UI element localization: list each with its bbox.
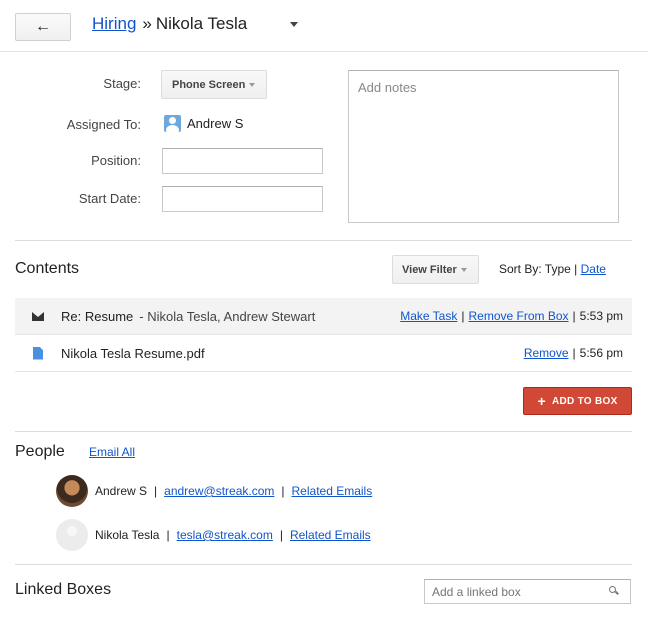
make-task-link[interactable]: Make Task (400, 309, 457, 323)
position-input[interactable] (162, 148, 323, 174)
envelope-icon (32, 311, 44, 321)
assignee-name: Andrew S (187, 116, 244, 131)
person-email-link[interactable]: tesla@streak.com (177, 528, 273, 542)
people-title: People (15, 443, 65, 460)
breadcrumb: Hiring » Nikola Tesla (92, 14, 247, 34)
linked-box-search-input[interactable] (424, 579, 631, 604)
remove-from-box-link[interactable]: Remove From Box (468, 309, 568, 323)
assigned-to-label: Assigned To: (66, 117, 141, 132)
sort-by: Sort By: Type | Date (499, 262, 606, 276)
contents-title: Contents (15, 260, 80, 277)
box-header: ← Hiring » Nikola Tesla (0, 0, 648, 52)
person-name: Nikola Tesla (95, 528, 160, 542)
person-row: Nikola Tesla | tesla@streak.com | Relate… (56, 519, 371, 551)
box-name: Nikola Tesla (155, 14, 248, 33)
person-row: Andrew S | andrew@streak.com | Related E… (56, 475, 372, 507)
chevron-down-icon (249, 82, 256, 87)
person-name: Andrew S (95, 484, 148, 498)
view-filter-button[interactable]: View Filter (392, 255, 479, 284)
content-row-email[interactable]: Re: Resume - Nikola Tesla, Andrew Stewar… (15, 298, 632, 335)
sort-by-date-link[interactable]: Date (581, 262, 606, 276)
row-time: 5:56 pm (579, 346, 623, 360)
related-emails-link[interactable]: Related Emails (292, 484, 373, 498)
assignee[interactable]: Andrew S (164, 115, 243, 132)
divider (15, 240, 632, 241)
start-date-label: Start Date: (78, 191, 141, 206)
email-subject[interactable]: Re: Resume (61, 309, 133, 324)
content-row-file[interactable]: Nikola Tesla Resume.pdf Remove | 5:56 pm (15, 335, 632, 372)
row-actions: Remove | 5:56 pm (523, 346, 623, 360)
remove-link[interactable]: Remove (524, 346, 569, 360)
back-button[interactable]: ← (15, 13, 71, 41)
stage-dropdown[interactable]: Phone Screen (161, 70, 267, 99)
sort-by-label: Sort By: Type | (499, 262, 578, 276)
back-arrow-icon: ← (35, 18, 51, 35)
view-filter-label: View Filter (402, 263, 457, 276)
box-menu-caret-icon[interactable] (290, 22, 298, 27)
stage-label: Stage: (103, 76, 141, 91)
file-icon (33, 346, 43, 360)
email-all-link[interactable]: Email All (89, 445, 135, 459)
divider (15, 431, 632, 432)
linked-boxes-title: Linked Boxes (15, 581, 112, 598)
email-participants: - Nikola Tesla, Andrew Stewart (139, 308, 316, 324)
person-icon (164, 115, 181, 132)
chevron-down-icon (460, 267, 467, 272)
start-date-input[interactable] (162, 186, 323, 212)
person-email-link[interactable]: andrew@streak.com (164, 484, 274, 498)
plus-icon: + (537, 393, 546, 409)
file-name[interactable]: Nikola Tesla Resume.pdf (61, 346, 205, 361)
notes-textarea[interactable] (348, 70, 619, 223)
breadcrumb-separator: » (142, 14, 152, 33)
add-to-box-button[interactable]: + ADD TO BOX (523, 387, 632, 415)
position-label: Position: (91, 153, 141, 168)
divider (15, 564, 632, 565)
breadcrumb-pipeline-link[interactable]: Hiring (92, 14, 136, 34)
related-emails-link[interactable]: Related Emails (290, 528, 371, 542)
stage-value: Phone Screen (172, 78, 246, 91)
avatar (56, 519, 88, 551)
search-icon (609, 586, 616, 593)
row-time: 5:53 pm (579, 309, 623, 323)
add-to-box-label: ADD TO BOX (551, 395, 618, 407)
row-actions: Make Task | Remove From Box | 5:53 pm (400, 309, 623, 323)
avatar (56, 475, 88, 507)
